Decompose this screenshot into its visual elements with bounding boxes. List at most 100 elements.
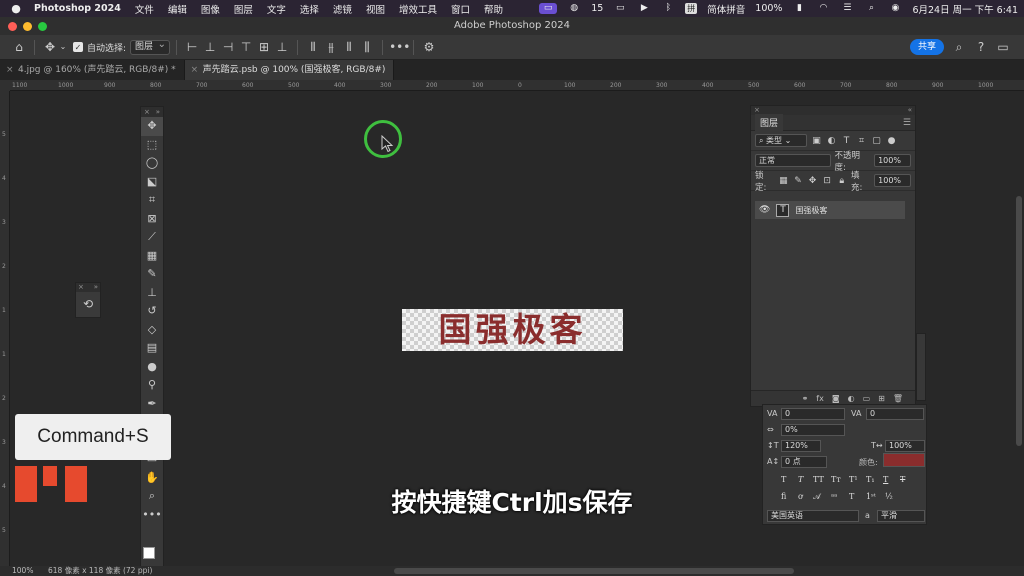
menu-view[interactable]: 视图 — [366, 2, 385, 16]
frame-tool[interactable]: ⊠ — [141, 210, 163, 229]
new-group-icon[interactable]: ▭ — [863, 394, 871, 403]
zoom-level[interactable]: 100% — [12, 566, 33, 576]
layer-name[interactable]: 国强极客 — [795, 205, 827, 216]
auto-select-target-dropdown[interactable]: 图层 — [130, 38, 171, 55]
lock-image-icon[interactable]: ✎ — [793, 176, 804, 186]
healing-brush-tool[interactable]: ▦ — [141, 247, 163, 266]
menu-filter[interactable]: 滤镜 — [333, 2, 352, 16]
menu-help[interactable]: 帮助 — [484, 2, 503, 16]
distribute-center-icon[interactable]: ⫵ — [322, 38, 340, 56]
menu-image[interactable]: 图像 — [201, 2, 220, 16]
align-top-icon[interactable]: ⊤ — [237, 38, 255, 56]
menu-layer[interactable]: 图层 — [234, 2, 253, 16]
chevron-down-icon[interactable]: ⌄ — [59, 38, 67, 56]
visibility-eye-icon[interactable]: 👁︎ — [759, 205, 770, 215]
new-layer-icon[interactable]: ⊞ — [878, 394, 885, 403]
hand-tool[interactable]: ✋ — [141, 469, 163, 488]
collapse-icon[interactable]: » — [156, 107, 160, 117]
ordinals-button[interactable]: 1ˢᵗ — [866, 492, 876, 501]
display-icon[interactable]: ▭ — [613, 3, 627, 14]
old-style-button[interactable]: ơ — [798, 492, 803, 501]
lock-position-icon[interactable]: ✥ — [807, 176, 818, 186]
align-left-icon[interactable]: ⊢ — [183, 38, 201, 56]
trash-icon[interactable]: 🗑︎ — [893, 394, 903, 403]
apple-icon[interactable]: ● — [8, 2, 24, 15]
filter-adjustment-icon[interactable]: ◐ — [826, 136, 837, 146]
wechat-icon[interactable]: ◍ — [567, 3, 581, 14]
filter-shape-icon[interactable]: ⌗ — [856, 136, 867, 146]
search-icon[interactable]: ⌕ — [950, 38, 968, 56]
siri-icon[interactable]: ◉ — [888, 3, 902, 14]
zoom-tool[interactable]: ⌕ — [141, 487, 163, 506]
close-tab-icon[interactable]: × — [6, 60, 14, 80]
baseline-shift-input[interactable]: 0 点 — [781, 456, 827, 468]
eyedropper-tool[interactable]: ⟋ — [141, 228, 163, 247]
add-mask-icon[interactable]: ◙ — [832, 394, 840, 403]
strikethrough-button[interactable]: T — [900, 475, 905, 484]
home-icon[interactable]: ⌂ — [10, 38, 28, 56]
lasso-tool[interactable]: ◯ — [141, 154, 163, 173]
kerning-input[interactable]: 0 — [866, 408, 924, 420]
horizontal-ruler[interactable]: 1100 1000 900 800 700 600 500 400 300 200 100 0 100 2… — [10, 80, 1024, 91]
superscript-button[interactable]: T¹ — [849, 475, 858, 484]
small-caps-button[interactable]: Tт — [831, 475, 841, 484]
tools-panel-header[interactable]: × » — [141, 107, 163, 117]
eraser-tool[interactable]: ◇ — [141, 321, 163, 340]
move-tool-preset-icon[interactable]: ✥ — [41, 38, 59, 56]
help-icon[interactable]: ? — [972, 38, 990, 56]
menu-select[interactable]: 选择 — [300, 2, 319, 16]
blend-mode-dropdown[interactable]: 正常 — [755, 154, 831, 167]
stylistic-alternates-button[interactable]: ᵃᵃ — [831, 492, 837, 501]
opacity-input[interactable]: 100% — [874, 154, 911, 167]
filter-smart-object-icon[interactable]: ▢ — [871, 136, 882, 146]
distribute-spacing-icon[interactable]: ⫼ — [358, 38, 376, 56]
subscript-button[interactable]: T₁ — [866, 475, 875, 484]
filter-type-icon[interactable]: T — [841, 136, 852, 146]
lock-transparent-icon[interactable]: ▦ — [778, 176, 789, 186]
more-options-icon[interactable]: ••• — [389, 38, 410, 56]
fill-input[interactable]: 100% — [874, 174, 911, 187]
ligatures-button[interactable]: fi — [781, 492, 786, 501]
object-selection-tool[interactable]: ⬕ — [141, 173, 163, 192]
fractions-button[interactable]: ½ — [885, 492, 893, 501]
marquee-tool[interactable]: ⬚ — [141, 136, 163, 155]
text-color-swatch[interactable] — [883, 453, 925, 467]
control-center-icon[interactable]: ☰ — [840, 3, 854, 14]
foreground-color-swatch[interactable] — [143, 547, 155, 559]
horizontal-scale-input[interactable]: 100% — [885, 440, 925, 452]
layer-kind-filter-dropdown[interactable]: ⌕ 类型 ⌄ — [755, 134, 807, 147]
collapse-icon[interactable]: « — [908, 106, 912, 115]
layer-style-icon[interactable]: fx — [816, 394, 824, 403]
horizontal-scrollbar[interactable] — [394, 568, 794, 574]
tab-layers[interactable]: 图层 — [755, 114, 784, 131]
close-tab-icon[interactable]: × — [191, 60, 199, 80]
play-icon[interactable]: ▶ — [637, 3, 651, 14]
document-size[interactable]: 618 像素 x 118 像素 (72 ppi) — [48, 566, 152, 576]
faux-bold-button[interactable]: T — [781, 475, 786, 484]
align-right-icon[interactable]: ⊣ — [219, 38, 237, 56]
tracking-input[interactable]: 0 — [781, 408, 845, 420]
spotlight-icon[interactable]: ⌕ — [864, 3, 878, 14]
vertical-scale-input[interactable]: 120% — [781, 440, 821, 452]
share-button[interactable]: 共享 — [910, 39, 944, 55]
close-icon[interactable]: × — [144, 107, 150, 117]
all-caps-button[interactable]: TT — [813, 475, 824, 484]
gear-icon[interactable]: ⚙ — [420, 38, 438, 56]
lock-all-icon[interactable]: 🔒︎ — [836, 176, 847, 186]
ruler-origin[interactable] — [0, 80, 10, 91]
panel-menu-icon[interactable]: ☰ — [903, 118, 911, 128]
canvas-text-layer[interactable]: 国强极客 — [402, 309, 623, 351]
adjustment-layer-icon[interactable]: ◐ — [848, 394, 855, 403]
move-tool[interactable]: ✥ — [141, 117, 163, 136]
distribute-left-icon[interactable]: ⫴ — [304, 38, 322, 56]
input-method-icon[interactable]: 拼 — [685, 3, 698, 14]
menu-type[interactable]: 文字 — [267, 2, 286, 16]
collapse-icon[interactable]: » — [94, 283, 98, 292]
link-layers-icon[interactable]: ⚭ — [802, 394, 809, 403]
history-icon[interactable]: ⟲ — [76, 292, 100, 316]
menu-file[interactable]: 文件 — [135, 2, 154, 16]
brush-tool[interactable]: ✎ — [141, 265, 163, 284]
align-bottom-icon[interactable]: ⊥ — [273, 38, 291, 56]
bluetooth-icon[interactable]: ᛒ — [661, 3, 675, 14]
screen-record-icon[interactable]: ▭ — [539, 3, 558, 14]
